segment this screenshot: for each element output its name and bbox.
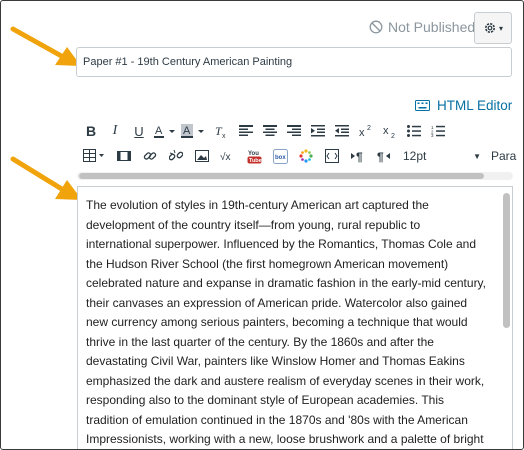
svg-text:A: A bbox=[183, 125, 191, 137]
svg-text:√x: √x bbox=[220, 151, 231, 163]
font-size-value: 12pt bbox=[403, 149, 427, 163]
indent-button[interactable] bbox=[309, 122, 327, 140]
annotation-arrow-body bbox=[10, 156, 82, 200]
editor-content: The evolution of styles in 19th-century … bbox=[86, 196, 496, 449]
text-line: responding also to the dominant style of… bbox=[86, 393, 444, 407]
svg-text:A: A bbox=[155, 125, 163, 137]
text-line: celebrated nature and expanse in dramati… bbox=[86, 276, 487, 290]
toolbar-row-1: B I U A A Tx x2 x2 1 2 3 bbox=[83, 122, 447, 140]
html-editor-link[interactable]: HTML Editor bbox=[415, 98, 512, 113]
align-center-button[interactable] bbox=[261, 122, 279, 140]
media-button[interactable] bbox=[115, 147, 133, 165]
outdent-button[interactable] bbox=[333, 122, 351, 140]
svg-text:x: x bbox=[222, 133, 226, 138]
toolbar-scrollbar[interactable] bbox=[77, 172, 513, 180]
numbered-list-button[interactable]: 123 bbox=[429, 122, 447, 140]
editor-scrollbar[interactable] bbox=[503, 193, 510, 328]
publish-status: Not Published bbox=[369, 19, 475, 35]
underline-button[interactable]: U bbox=[131, 122, 147, 140]
svg-text:Tube: Tube bbox=[249, 158, 262, 164]
html-editor-label: HTML Editor bbox=[437, 98, 513, 113]
superscript-button[interactable]: x2 bbox=[357, 122, 375, 140]
text-line: the Hudson River School (the first homeg… bbox=[86, 256, 449, 271]
gear-icon bbox=[484, 23, 495, 33]
svg-text:box: box bbox=[275, 155, 286, 161]
annotation-arrow-title bbox=[10, 26, 81, 66]
text-line: Impressionists, working with a new, loos… bbox=[86, 432, 484, 446]
svg-text:3: 3 bbox=[431, 133, 434, 137]
svg-text:x: x bbox=[383, 125, 389, 137]
image-button[interactable] bbox=[193, 147, 211, 165]
italic-button[interactable]: I bbox=[107, 122, 123, 140]
embed-button[interactable] bbox=[323, 147, 341, 165]
ltr-direction-button[interactable]: ¶ bbox=[349, 147, 367, 165]
toolbar-row-2: √x You Tube box ¶ ¶ 12pt ▼ Para bbox=[83, 147, 516, 165]
svg-text:¶: ¶ bbox=[377, 150, 384, 163]
apps-button[interactable] bbox=[297, 147, 315, 165]
text-line: devastating Civil War, painters like Win… bbox=[86, 354, 465, 368]
chevron-down-icon: ▾ bbox=[498, 23, 503, 33]
table-button[interactable] bbox=[83, 147, 107, 165]
clear-formatting-button[interactable]: Tx bbox=[213, 122, 229, 140]
text-line: international superpower. Influenced by … bbox=[86, 237, 477, 251]
box-button[interactable]: box bbox=[271, 147, 289, 165]
youtube-button[interactable]: You Tube bbox=[245, 147, 263, 165]
subscript-button[interactable]: x2 bbox=[381, 122, 399, 140]
link-button[interactable] bbox=[141, 147, 159, 165]
keyboard-icon bbox=[415, 100, 430, 111]
svg-text:2: 2 bbox=[367, 125, 371, 132]
text-line: development of the country itself—from y… bbox=[86, 217, 421, 232]
paragraph-format-value: Para bbox=[491, 149, 517, 163]
bullet-list-button[interactable] bbox=[405, 122, 423, 140]
text-line: tradition of emulation continued in the … bbox=[86, 412, 468, 427]
not-published-icon bbox=[369, 20, 383, 34]
background-color-button[interactable]: A bbox=[181, 122, 207, 140]
text-line: thrive in the last quarter of the centur… bbox=[86, 334, 434, 349]
equation-button[interactable]: √x bbox=[219, 147, 239, 165]
text-color-button[interactable]: A bbox=[153, 122, 177, 140]
publish-status-label: Not Published bbox=[388, 19, 476, 35]
svg-text:You: You bbox=[248, 151, 259, 157]
toolbar-scrollbar-thumb[interactable] bbox=[79, 173, 484, 179]
text-line: new currency among serious painters, bec… bbox=[86, 315, 468, 329]
settings-button[interactable]: ▾ bbox=[474, 12, 512, 44]
font-size-select[interactable]: 12pt ▼ bbox=[403, 147, 481, 165]
title-input[interactable] bbox=[76, 47, 512, 77]
chevron-down-icon: ▼ bbox=[473, 151, 481, 161]
text-line: emphasized the dark and austere realism … bbox=[86, 373, 485, 388]
rtl-direction-button[interactable]: ¶ bbox=[375, 147, 393, 165]
text-line: their canvases an expression of American… bbox=[86, 295, 468, 310]
align-right-button[interactable] bbox=[285, 122, 303, 140]
unlink-button[interactable] bbox=[167, 147, 185, 165]
svg-text:2: 2 bbox=[391, 133, 395, 138]
paragraph-format-select[interactable]: Para bbox=[491, 147, 516, 165]
rich-content-editor[interactable]: The evolution of styles in 19th-century … bbox=[77, 186, 513, 449]
svg-text:x: x bbox=[359, 127, 365, 138]
align-left-button[interactable] bbox=[237, 122, 255, 140]
svg-text:¶: ¶ bbox=[356, 150, 363, 163]
text-line: The evolution of styles in 19th-century … bbox=[86, 198, 429, 212]
editor-window: Not Published ▾ HTML Editor B I U A A Tx bbox=[0, 0, 524, 450]
bold-button[interactable]: B bbox=[83, 122, 99, 140]
